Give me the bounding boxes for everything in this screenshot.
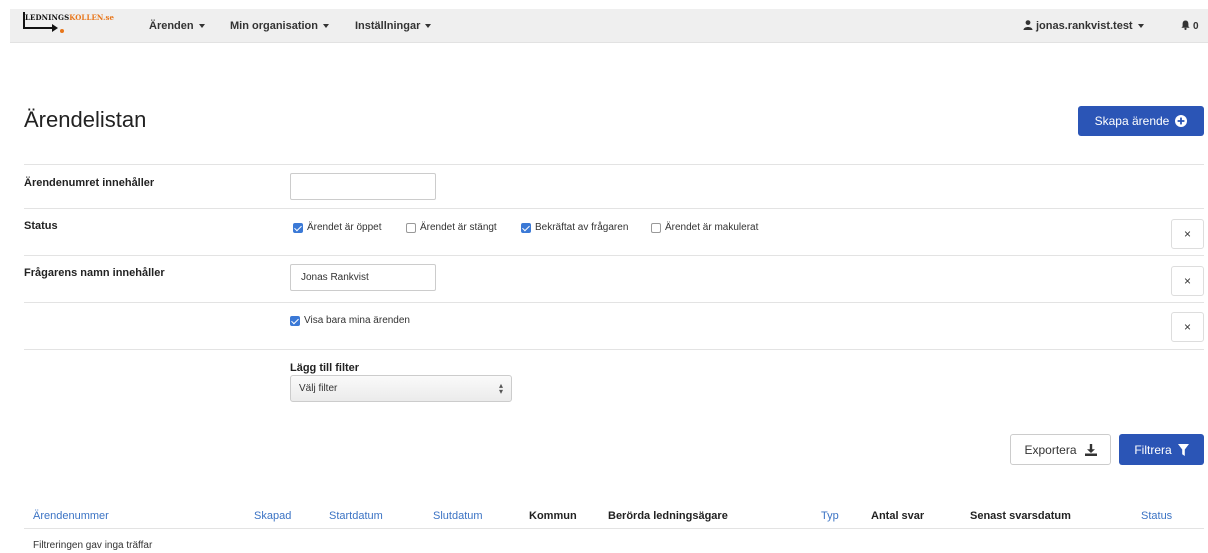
add-filter-select[interactable]: Välj filter ▴ ▾ <box>290 375 512 402</box>
status-option-closed[interactable]: Ärendet är stängt <box>406 222 497 233</box>
username: jonas.rankvist.test <box>1036 20 1133 32</box>
case-number-filter-label: Ärendenumret innehåller <box>24 177 155 189</box>
filter-button[interactable]: Filtrera <box>1119 434 1204 465</box>
status-option-label: Bekräftat av frågaren <box>535 222 629 233</box>
divider <box>24 349 1204 350</box>
caret-down-icon <box>425 24 432 29</box>
caret-down-icon <box>323 24 329 29</box>
status-option-confirmed[interactable]: Bekräftat av frågaren <box>521 222 628 233</box>
plus-circle-icon <box>1175 115 1188 127</box>
remove-only-mine-filter-button[interactable]: × <box>1171 312 1204 342</box>
case-number-input[interactable] <box>290 173 436 200</box>
status-filter-label: Status <box>24 220 58 232</box>
column-header-created[interactable]: Skapad <box>254 510 291 522</box>
select-arrows-icon: ▴ ▾ <box>498 380 503 396</box>
notifications[interactable]: 0 <box>1181 20 1199 32</box>
remove-status-filter-button[interactable]: × <box>1171 219 1204 249</box>
create-case-label: Skapa ärende <box>1094 114 1170 128</box>
caret-down-icon <box>198 24 205 29</box>
top-navbar: LEDNINGSKOLLEN.se Ärenden Min organisati… <box>10 9 1208 43</box>
caret-down-icon <box>1137 24 1144 29</box>
only-mine-option[interactable]: Visa bara mina ärenden <box>290 315 410 326</box>
create-case-button[interactable]: Skapa ärende <box>1078 106 1204 136</box>
status-option-cancelled[interactable]: Ärendet är makulerat <box>651 222 758 233</box>
logo-text: LEDNINGSKOLLEN.se <box>25 13 114 22</box>
menu-installningar-label: Inställningar <box>355 20 421 32</box>
logo-text-dark: LEDNINGS <box>25 13 70 22</box>
user-menu[interactable]: jonas.rankvist.test <box>1023 20 1144 32</box>
user-icon <box>1023 20 1033 30</box>
column-header-end-date[interactable]: Slutdatum <box>433 510 483 522</box>
menu-installningar[interactable]: Inställningar <box>355 20 432 32</box>
column-header-status[interactable]: Status <box>1141 510 1172 522</box>
divider <box>24 208 1204 209</box>
only-mine-label: Visa bara mina ärenden <box>304 315 410 326</box>
logo-dot <box>60 29 64 33</box>
export-button[interactable]: Exportera <box>1010 434 1111 465</box>
page-title: Ärendelistan <box>24 107 147 132</box>
column-header-type[interactable]: Typ <box>821 510 839 522</box>
close-icon: × <box>1183 320 1191 334</box>
table-header-divider <box>24 528 1204 529</box>
status-option-label: Ärendet är öppet <box>307 222 382 233</box>
logo-arrow-icon <box>52 24 58 32</box>
status-option-label: Ärendet är makulerat <box>665 222 759 233</box>
add-filter-label: Lägg till filter <box>290 362 360 374</box>
column-header-last-answer-date: Senast svarsdatum <box>970 510 1071 522</box>
requester-name-input[interactable] <box>290 264 436 291</box>
bell-icon <box>1181 20 1190 30</box>
checkbox-unchecked[interactable] <box>651 222 661 233</box>
checkbox-checked[interactable] <box>290 315 300 326</box>
column-header-answer-count: Antal svar <box>871 510 925 522</box>
checkbox-checked[interactable] <box>293 222 303 233</box>
filter-label: Filtrera <box>1134 442 1172 457</box>
divider <box>24 255 1204 256</box>
divider <box>24 302 1204 303</box>
menu-min-organisation-label: Min organisation <box>230 20 318 32</box>
column-header-start-date[interactable]: Startdatum <box>329 510 383 522</box>
download-icon <box>1084 443 1097 456</box>
notification-count: 0 <box>1193 21 1199 32</box>
divider <box>24 164 1204 165</box>
empty-results-message: Filtreringen gav inga träffar <box>33 540 153 551</box>
column-header-case-number[interactable]: Ärendenummer <box>33 510 109 522</box>
checkbox-checked[interactable] <box>521 222 531 233</box>
menu-arenden-label: Ärenden <box>149 20 194 32</box>
column-header-affected-owners: Berörda ledningsägare <box>608 510 728 522</box>
status-option-open[interactable]: Ärendet är öppet <box>293 222 382 233</box>
column-header-municipality: Kommun <box>529 510 577 522</box>
checkbox-unchecked[interactable] <box>406 222 416 233</box>
status-option-label: Ärendet är stängt <box>420 222 497 233</box>
requester-filter-label: Frågarens namn innehåller <box>24 267 165 279</box>
add-filter-select-value: Välj filter <box>299 383 338 394</box>
ledningskollen-logo[interactable]: LEDNINGSKOLLEN.se <box>23 12 123 38</box>
close-icon: × <box>1183 227 1191 241</box>
logo-text-orange: KOLLEN.se <box>69 13 115 22</box>
menu-arenden[interactable]: Ärenden <box>149 20 205 32</box>
remove-requester-filter-button[interactable]: × <box>1171 266 1204 296</box>
close-icon: × <box>1183 274 1191 288</box>
menu-min-organisation[interactable]: Min organisation <box>230 20 329 32</box>
export-label: Exportera <box>1024 442 1077 457</box>
funnel-icon <box>1177 443 1189 456</box>
logo-base <box>23 27 53 29</box>
